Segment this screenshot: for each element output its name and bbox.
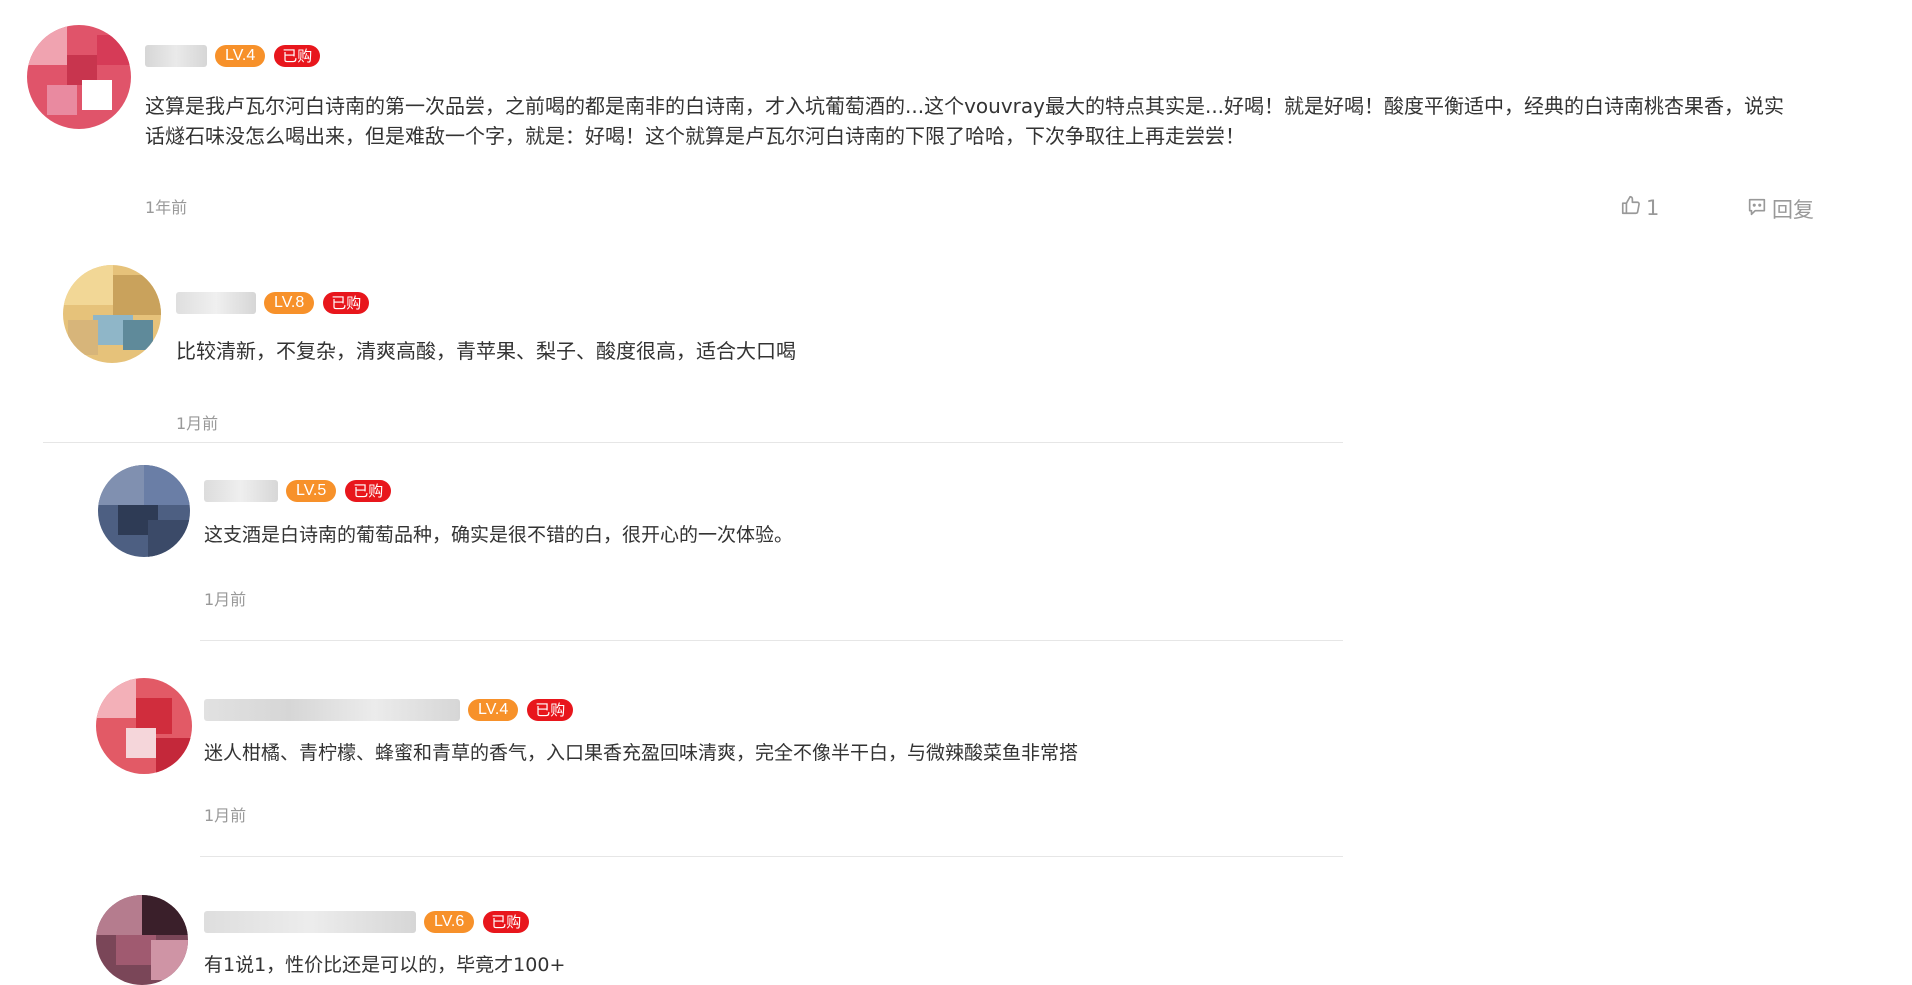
like-count: 1 xyxy=(1646,195,1660,220)
user-info-row: LV.4 已购 xyxy=(145,41,321,71)
divider xyxy=(43,442,1343,443)
reply-label: 回复 xyxy=(1772,198,1814,222)
reply-button[interactable]: 回复 xyxy=(1746,194,1814,224)
avatar[interactable] xyxy=(63,265,161,363)
purchased-badge: 已购 xyxy=(274,45,321,67)
purchased-badge: 已购 xyxy=(483,911,530,933)
username-redacted[interactable] xyxy=(204,911,416,933)
comment-bubble-icon xyxy=(1746,196,1772,223)
user-info-row: LV.6 已购 xyxy=(204,907,530,937)
username-redacted[interactable] xyxy=(204,480,278,502)
thumbs-up-icon xyxy=(1620,194,1646,221)
purchased-badge: 已购 xyxy=(323,292,370,314)
username-redacted[interactable] xyxy=(204,699,460,721)
comment-text: 有1说1，性价比还是可以的，毕竟才100+ xyxy=(204,954,566,976)
user-info-row: LV.8 已购 xyxy=(176,288,370,318)
username-redacted[interactable] xyxy=(145,45,207,67)
username-redacted[interactable] xyxy=(176,292,256,314)
level-badge: LV.4 xyxy=(468,699,519,721)
comment-text: 这算是我卢瓦尔河白诗南的第一次品尝，之前喝的都是南非的白诗南，才入坑葡萄酒的..… xyxy=(145,94,1785,148)
comment-text: 这支酒是白诗南的葡萄品种，确实是很不错的白，很开心的一次体验。 xyxy=(204,524,794,546)
level-badge: LV.8 xyxy=(264,292,315,314)
comment-text: 比较清新，不复杂，清爽高酸，青苹果、梨子、酸度很高，适合大口喝 xyxy=(176,339,796,363)
comment-time: 1年前 xyxy=(145,198,188,217)
level-badge: LV.6 xyxy=(424,911,475,933)
avatar[interactable] xyxy=(98,465,190,557)
divider xyxy=(200,856,1343,857)
divider xyxy=(200,640,1343,641)
comment-time: 1月前 xyxy=(204,806,247,825)
purchased-badge: 已购 xyxy=(345,480,392,502)
avatar[interactable] xyxy=(96,678,192,774)
like-button[interactable]: 1 xyxy=(1620,194,1659,221)
comment-text: 迷人柑橘、青柠檬、蜂蜜和青草的香气，入口果香充盈回味清爽，完全不像半干白，与微辣… xyxy=(204,742,1079,764)
user-info-row: LV.4 已购 xyxy=(204,695,574,725)
comment-time: 1月前 xyxy=(176,414,219,433)
purchased-badge: 已购 xyxy=(527,699,574,721)
avatar[interactable] xyxy=(27,25,131,129)
user-info-row: LV.5 已购 xyxy=(204,476,392,506)
level-badge: LV.4 xyxy=(215,45,266,67)
avatar[interactable] xyxy=(96,895,188,985)
level-badge: LV.5 xyxy=(286,480,337,502)
comment-time: 1月前 xyxy=(204,590,247,609)
